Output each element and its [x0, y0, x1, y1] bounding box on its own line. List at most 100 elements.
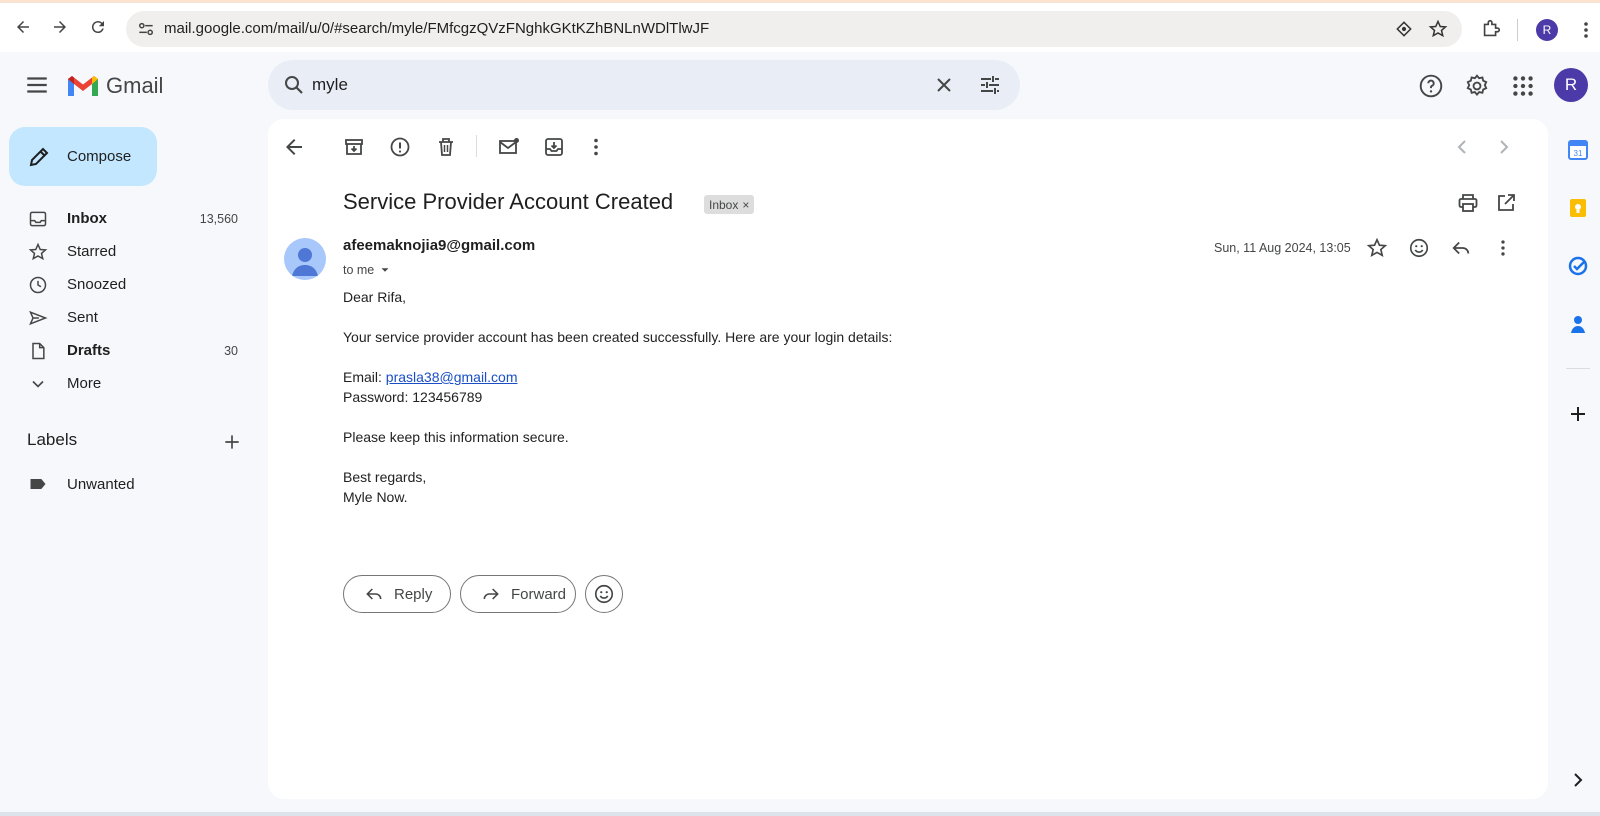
sender-avatar[interactable] [284, 238, 326, 280]
reply-icon[interactable] [1450, 237, 1474, 261]
gmail-wordmark: Gmail [106, 73, 164, 98]
emoji-reaction-button[interactable] [585, 575, 623, 613]
compose-button[interactable]: Compose [9, 127, 157, 186]
reload-icon[interactable] [86, 15, 110, 39]
archive-icon[interactable] [342, 135, 366, 159]
sender-email[interactable]: afeemaknojia9@gmail.com [343, 237, 535, 254]
calendar-icon[interactable]: 31 [1568, 140, 1588, 160]
move-to-icon[interactable] [542, 135, 566, 159]
sidebar-item-drafts[interactable]: Drafts 30 [0, 334, 250, 367]
more-actions-icon[interactable] [584, 135, 608, 159]
search-bar [268, 60, 1020, 110]
search-icon[interactable] [282, 73, 306, 97]
draft-icon [32, 342, 45, 359]
label-icon [30, 479, 46, 489]
mark-unread-icon[interactable] [497, 135, 521, 159]
bookmark-star-icon[interactable] [1428, 19, 1448, 39]
password-line: Password: 123456789 [343, 389, 483, 405]
chip-label: Inbox [709, 197, 739, 212]
emoji-react-icon[interactable] [1408, 237, 1432, 261]
back-icon[interactable] [11, 15, 35, 39]
address-bar[interactable]: mail.google.com/mail/u/0/#search/myle/FM… [126, 11, 1462, 47]
unread-count: 13,560 [199, 211, 238, 226]
star-icon [28, 242, 48, 260]
drafts-count: 30 [224, 343, 238, 358]
pencil-icon [29, 147, 49, 166]
clock-icon [29, 276, 47, 293]
labels-heading: Labels [27, 430, 78, 449]
toolbar-divider [1517, 19, 1518, 41]
email-link[interactable]: prasla38@gmail.com [386, 369, 518, 385]
gmail-logo[interactable]: Gmail [66, 72, 186, 100]
sidebar-item-label: Inbox [67, 210, 107, 227]
message-more-icon[interactable] [1492, 237, 1516, 261]
browser-toolbar: mail.google.com/mail/u/0/#search/myle/FM… [0, 0, 1600, 52]
report-spam-icon[interactable] [388, 135, 412, 159]
tasks-icon[interactable] [1568, 256, 1588, 276]
back-to-search-icon[interactable] [282, 135, 306, 159]
browser-profile-avatar[interactable]: R [1536, 19, 1558, 41]
sidebar-item-sent[interactable]: Sent [0, 301, 250, 334]
site-settings-icon[interactable] [136, 19, 156, 39]
keep-icon[interactable] [1568, 198, 1588, 218]
signature: Myle Now. [343, 489, 408, 505]
star-message-icon[interactable] [1366, 237, 1390, 261]
caret-down-icon[interactable] [378, 263, 392, 277]
print-icon[interactable] [1456, 191, 1480, 215]
inbox-label-chip: Inbox × [704, 195, 755, 214]
help-icon[interactable] [1418, 73, 1444, 99]
body-line: Your service provider account has been c… [343, 329, 893, 345]
email-label: Email: [343, 369, 386, 385]
account-avatar[interactable]: R [1554, 68, 1588, 102]
hide-panel-chevron-icon[interactable] [1568, 770, 1588, 790]
delete-icon[interactable] [434, 135, 458, 159]
svg-text:31: 31 [1574, 149, 1583, 158]
gmail-m-icon [68, 76, 98, 96]
sidebar-label-text: Unwanted [67, 475, 135, 493]
sidebar-item-starred[interactable]: Starred [0, 235, 250, 268]
clear-search-icon[interactable] [932, 73, 956, 97]
open-new-window-icon[interactable] [1494, 191, 1518, 215]
credentials: Email: prasla38@gmail.com Password: 1234… [343, 367, 892, 407]
apps-grid-icon[interactable] [1510, 73, 1536, 99]
kebab-icon[interactable] [1578, 19, 1594, 41]
inbox-icon [29, 211, 47, 226]
message-view: Service Provider Account Created Inbox ×… [268, 119, 1548, 799]
side-panel-divider [1566, 368, 1590, 369]
contacts-icon[interactable] [1568, 314, 1588, 334]
older-chevron-right-icon[interactable] [1492, 135, 1516, 159]
send-icon [29, 310, 48, 325]
add-label-icon[interactable] [222, 432, 242, 452]
url-text[interactable]: mail.google.com/mail/u/0/#search/myle/FM… [164, 20, 709, 37]
remove-label-icon[interactable]: × [742, 198, 749, 212]
forward-arrow-icon [483, 588, 499, 600]
regards: Best regards, [343, 469, 427, 485]
reply-button[interactable]: Reply [343, 575, 451, 613]
sidebar-item-label: Starred [67, 243, 117, 260]
window-bottom-edge [0, 812, 1600, 816]
greeting: Dear Rifa, [343, 289, 407, 305]
main-menu-icon[interactable] [24, 72, 52, 100]
recipient-line[interactable]: to me [343, 263, 392, 277]
reply-label: Reply [394, 585, 433, 603]
extensions-icon[interactable] [1480, 18, 1502, 40]
message-body: Dear Rifa, Your service provider account… [343, 287, 892, 527]
sidebar-item-snoozed[interactable]: Snoozed [0, 268, 250, 301]
search-options-icon[interactable] [978, 73, 1002, 97]
message-date: Sun, 11 Aug 2024, 13:05 [1214, 241, 1351, 255]
settings-gear-icon[interactable] [1464, 73, 1490, 99]
compose-label: Compose [67, 148, 132, 165]
newer-chevron-left-icon[interactable] [1450, 135, 1474, 159]
eye-icon[interactable] [1394, 19, 1414, 39]
get-addons-plus-icon[interactable] [1568, 404, 1588, 424]
sidebar-item-label: More [67, 375, 102, 392]
sidebar-label-unwanted[interactable]: Unwanted [28, 474, 135, 494]
sidebar-item-more[interactable]: More [0, 367, 250, 400]
sidebar-item-label: Sent [67, 309, 98, 326]
sidebar-item-inbox[interactable]: Inbox 13,560 [0, 202, 250, 235]
forward-icon[interactable] [48, 15, 72, 39]
smiley-icon [594, 584, 614, 604]
forward-button[interactable]: Forward [460, 575, 576, 613]
search-input[interactable] [312, 73, 872, 97]
message-subject: Service Provider Account Created [343, 189, 674, 214]
